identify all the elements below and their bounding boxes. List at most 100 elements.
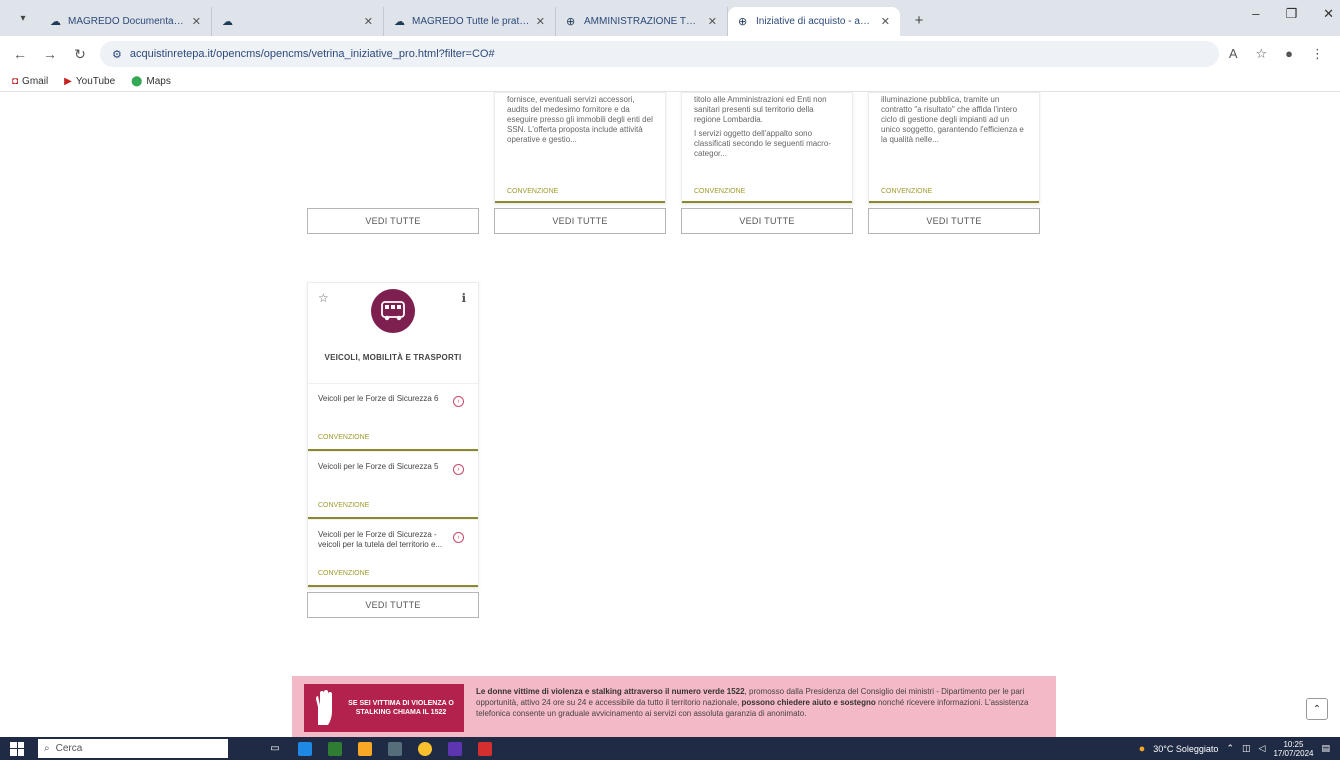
profile-icon[interactable]: ● xyxy=(1285,46,1293,62)
item-title: Veicoli per le Forze di Sicurezza - veic… xyxy=(318,530,443,549)
address-bar[interactable]: ⚙ acquistinretepa.it/opencms/opencms/vet… xyxy=(100,41,1219,67)
category-card-vehicles: ☆ ℹ VEICOLI, MOBILITÀ E TRASPORTI Veicol… xyxy=(307,282,479,588)
browser-tab-5-active[interactable]: ⊕ Iniziative di acquisto - acquisti ✕ xyxy=(728,7,900,36)
bus-icon xyxy=(371,289,415,333)
window-controls: – ❐ ✕ xyxy=(1252,6,1334,22)
windows-start-icon[interactable] xyxy=(10,741,24,756)
windows-taskbar: ⌕ Cerca ▭ ● 30°C Soleggiato ⌃ ◫ ◁ 10:25 … xyxy=(0,737,1340,760)
card-accent-bar xyxy=(682,201,852,203)
anti-violence-banner: SE SEI VITTIMA DI VIOLENZA O STALKING CH… xyxy=(292,676,1056,737)
vedi-tutte-button[interactable]: VEDI TUTTE xyxy=(307,208,479,234)
bookmark-label: Gmail xyxy=(22,76,49,87)
tab-bar: ▾ ☁ MAGREDO Documentazio ✕ ☁ ✕ ☁ MAGREDO… xyxy=(0,0,1340,36)
menu-dots-icon[interactable]: ⋮ xyxy=(1311,46,1324,62)
tab-title: MAGREDO Tutte le pratiche xyxy=(412,16,530,27)
reload-icon[interactable]: ↻ xyxy=(70,46,90,63)
chrome-icon[interactable] xyxy=(418,741,432,756)
browser-tab-2[interactable]: ☁ ✕ xyxy=(212,7,384,36)
system-tray: ● 30°C Soleggiato ⌃ ◫ ◁ 10:25 17/07/2024… xyxy=(1139,740,1330,758)
chevron-up-icon: ⌃ xyxy=(1312,703,1322,715)
initiative-card[interactable]: titolo alle Amministrazioni ed Enti non … xyxy=(681,92,853,204)
item-accent-bar xyxy=(308,585,478,587)
translate-icon[interactable]: A xyxy=(1229,46,1238,62)
arrow-circle-icon[interactable]: › xyxy=(453,464,464,475)
edge-icon[interactable] xyxy=(298,741,312,756)
card-column-1: VEDI TUTTE xyxy=(307,204,479,234)
arrow-circle-icon[interactable]: › xyxy=(453,396,464,407)
card-category: CONVENZIONE xyxy=(507,188,559,195)
bookmark-maps[interactable]: ⬤ Maps xyxy=(131,76,171,87)
scroll-to-top-button[interactable]: ⌃ xyxy=(1306,698,1328,720)
item-title: Veicoli per le Forze di Sicurezza 6 xyxy=(318,394,439,403)
browser-tab-1[interactable]: ☁ MAGREDO Documentazio ✕ xyxy=(40,7,212,36)
youtube-icon: ▶ xyxy=(64,76,72,87)
globe-icon: ⊕ xyxy=(566,15,576,28)
network-icon[interactable]: ◫ xyxy=(1242,743,1251,754)
tab-close-icon[interactable]: ✕ xyxy=(536,15,545,28)
weather-text[interactable]: 30°C Soleggiato xyxy=(1153,744,1218,754)
notification-icon[interactable]: ▤ xyxy=(1321,743,1330,754)
vedi-tutte-button[interactable]: VEDI TUTTE xyxy=(494,208,666,234)
item-category: CONVENZIONE xyxy=(318,434,370,441)
tab-close-icon[interactable]: ✕ xyxy=(881,15,890,28)
gmail-icon: ◘ xyxy=(12,76,19,87)
volume-icon[interactable]: ◁ xyxy=(1259,743,1266,754)
close-window-icon[interactable]: ✕ xyxy=(1323,6,1334,22)
tab-title: Iniziative di acquisto - acquisti xyxy=(756,16,875,27)
task-view-icon[interactable]: ▭ xyxy=(268,742,282,756)
teams-icon[interactable] xyxy=(448,741,462,756)
bookmark-gmail[interactable]: ◘ Gmail xyxy=(12,76,48,87)
cloud-icon: ☁ xyxy=(50,15,61,28)
forward-arrow-icon[interactable]: → xyxy=(40,46,60,62)
list-item[interactable]: Veicoli per le Forze di Sicurezza - veic… xyxy=(308,519,478,587)
search-placeholder: Cerca xyxy=(55,743,83,754)
chevron-up-tray-icon[interactable]: ⌃ xyxy=(1226,743,1234,754)
explorer-folder-icon[interactable] xyxy=(358,741,372,756)
card-column-2: fornisce, eventuali servizi accessori, a… xyxy=(494,92,666,234)
list-item[interactable]: Veicoli per le Forze di Sicurezza 5 › CO… xyxy=(308,451,478,519)
map-pin-icon: ⬤ xyxy=(131,76,143,87)
favorite-star-icon[interactable]: ☆ xyxy=(318,291,329,305)
initiative-card[interactable]: fornisce, eventuali servizi accessori, a… xyxy=(494,92,666,204)
card-column-4: illuminazione pubblica, tramite un contr… xyxy=(868,92,1040,234)
back-arrow-icon[interactable]: ← xyxy=(10,46,30,62)
sun-icon: ● xyxy=(1138,742,1146,755)
tab-title: MAGREDO Documentazio xyxy=(68,16,186,27)
tab-close-icon[interactable]: ✕ xyxy=(364,15,373,28)
vedi-tutte-button[interactable]: VEDI TUTTE xyxy=(307,592,479,618)
card-description: titolo alle Amministrazioni ed Enti non … xyxy=(694,95,831,158)
banner-1522-box[interactable]: SE SEI VITTIMA DI VIOLENZA O STALKING CH… xyxy=(304,684,464,732)
minimize-icon[interactable]: – xyxy=(1252,6,1259,22)
cloud-icon: ☁ xyxy=(222,15,233,28)
new-tab-plus-icon[interactable]: + xyxy=(906,7,932,33)
globe-icon: ⊕ xyxy=(738,15,748,28)
browser-tab-3[interactable]: ☁ MAGREDO Tutte le pratiche ✕ xyxy=(384,7,556,36)
bookmark-youtube[interactable]: ▶ YouTube xyxy=(64,76,115,87)
card-description: fornisce, eventuali servizi accessori, a… xyxy=(507,95,653,144)
banner-1522-text: SE SEI VITTIMA DI VIOLENZA O STALKING CH… xyxy=(348,700,454,716)
bookmark-star-icon[interactable]: ☆ xyxy=(1255,46,1267,62)
hand-icon xyxy=(316,690,332,725)
tab-close-icon[interactable]: ✕ xyxy=(192,15,201,28)
clock[interactable]: 10:25 17/07/2024 xyxy=(1273,740,1313,758)
taskbar-apps: ▭ xyxy=(268,741,492,756)
acrobat-icon[interactable] xyxy=(478,741,492,756)
vedi-tutte-button[interactable]: VEDI TUTTE xyxy=(681,208,853,234)
app-icon[interactable] xyxy=(388,741,402,756)
card-accent-bar xyxy=(869,201,1039,203)
initiative-card[interactable]: illuminazione pubblica, tramite un contr… xyxy=(868,92,1040,204)
tab-close-icon[interactable]: ✕ xyxy=(708,15,717,28)
arrow-circle-icon[interactable]: › xyxy=(453,532,464,543)
restore-icon[interactable]: ❐ xyxy=(1285,6,1297,22)
url-text: acquistinretepa.it/opencms/opencms/vetri… xyxy=(129,48,495,60)
taskbar-search[interactable]: ⌕ Cerca xyxy=(38,739,228,758)
browser-tab-4[interactable]: ⊕ AMMINISTRAZIONE TRASPAR ✕ xyxy=(556,7,728,36)
store-icon[interactable] xyxy=(328,741,342,756)
site-info-icon[interactable]: ⚙ xyxy=(112,48,122,61)
vedi-tutte-button[interactable]: VEDI TUTTE xyxy=(868,208,1040,234)
search-icon: ⌕ xyxy=(44,743,50,754)
info-icon[interactable]: ℹ xyxy=(461,291,466,305)
bookmarks-bar: ◘ Gmail ▶ YouTube ⬤ Maps xyxy=(0,72,1340,92)
list-item[interactable]: Veicoli per le Forze di Sicurezza 6 › CO… xyxy=(308,383,478,451)
tab-search-chevron-icon[interactable]: ▾ xyxy=(12,7,34,29)
